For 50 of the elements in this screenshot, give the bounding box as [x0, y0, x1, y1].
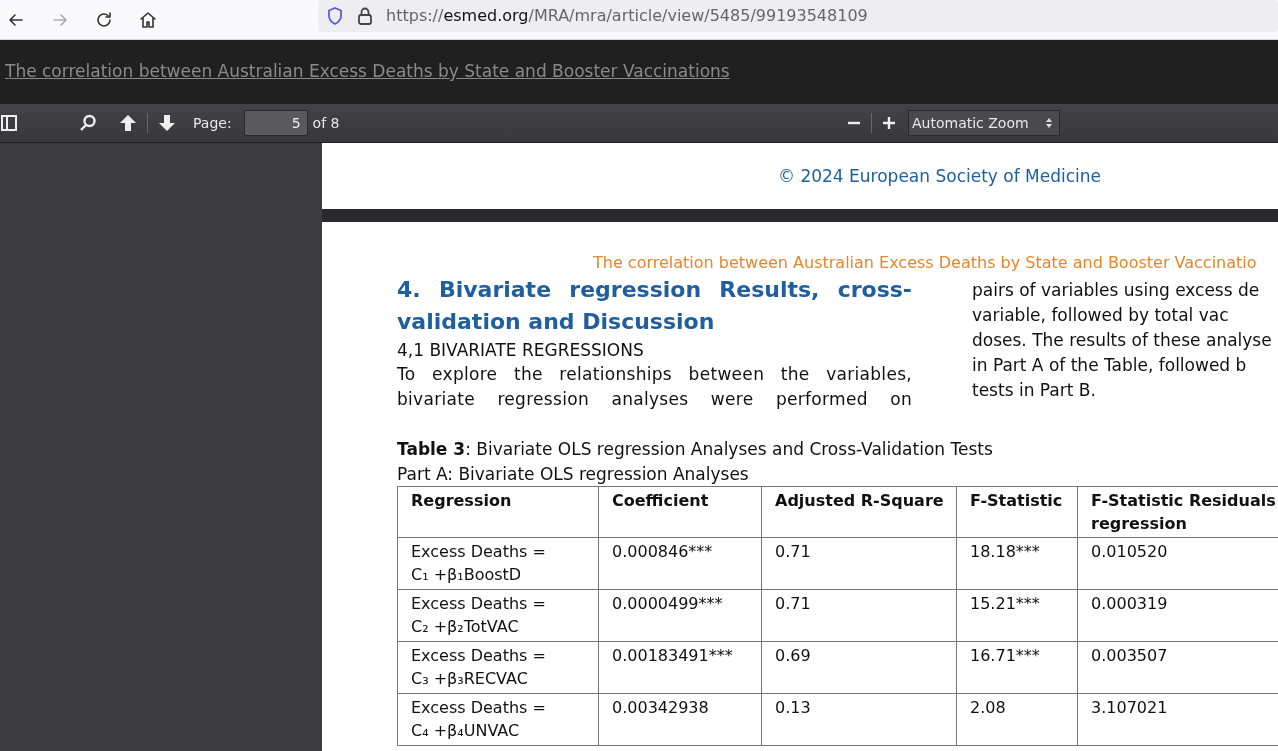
copyright-footer: © 2024 European Society of Medicine	[778, 166, 1102, 186]
running-header: The correlation between Australian Excess Deaths by State and Booster Vaccinatio	[593, 253, 1258, 272]
table-cell: 0.69	[761, 641, 957, 694]
up-arrow-icon[interactable]	[119, 114, 137, 132]
table-cell: 16.71***	[956, 641, 1078, 694]
zoom-select[interactable]: Automatic Zoom	[908, 110, 1060, 136]
search-icon[interactable]	[79, 114, 97, 132]
page-label: Page:	[193, 115, 232, 131]
table-cell: Excess Deaths = C₂ +β₂TotVAC	[397, 589, 599, 642]
updown-caret-icon	[1045, 117, 1053, 129]
section-heading: 4. Bivariate regression Results, cross-	[397, 276, 912, 304]
table-cell: Excess Deaths = C₃ +β₃RECVAC	[397, 641, 599, 694]
reload-icon[interactable]	[94, 9, 114, 30]
article-link[interactable]: The correlation between Australian Excess Deaths by State and Booster Vaccinations	[5, 61, 730, 81]
column-header: Coefficient	[598, 486, 762, 538]
body-text: To explore the relationships between the variables,	[397, 363, 912, 386]
table-subtitle: Part A: Bivariate OLS regression Analyses	[397, 463, 750, 486]
body-text: pairs of variables using excess de	[972, 279, 1261, 302]
down-arrow-icon[interactable]	[158, 114, 176, 132]
table-caption: Table 3: Bivariate OLS regression Analyses and Cross-Validation Tests	[397, 438, 994, 461]
table-cell: Excess Deaths = C₄ +β₄UNVAC	[397, 693, 599, 746]
column-header: F-Statistic	[956, 486, 1078, 538]
table-cell: Excess Deaths = C₁ +β₁BoostD	[397, 537, 599, 590]
sidebar-toggle-icon[interactable]	[1, 115, 17, 131]
table-cell: 0.71	[761, 537, 957, 590]
column-header: Regression	[397, 486, 599, 538]
body-text: tests in Part B.	[972, 379, 1097, 402]
home-icon[interactable]	[138, 9, 158, 30]
section-heading: validation and Discussion	[397, 308, 716, 336]
body-text: variable, followed by total vac	[972, 304, 1230, 327]
page-count: of 8	[312, 115, 340, 131]
table-cell: 0.00183491***	[598, 641, 762, 694]
table-cell: 15.21***	[956, 589, 1078, 642]
zoom-in-icon[interactable]	[882, 116, 896, 130]
table-cell: 0.00342938	[598, 693, 762, 746]
body-text: in Part A of the Table, followed b	[972, 354, 1248, 377]
table-cell: 0.13	[761, 693, 957, 746]
body-text: doses. The results of these analyse	[972, 329, 1272, 352]
page-number-field[interactable]: 5	[243, 110, 308, 136]
body-text: bivariate regression analyses were performed on	[397, 388, 912, 411]
table-cell: 18.18***	[956, 537, 1078, 590]
table-cell: 0.000846***	[598, 537, 762, 590]
table-cell: 0.71	[761, 589, 957, 642]
subheading: 4,1 BIVARIATE REGRESSIONS	[397, 339, 645, 362]
column-header: Adjusted R-Square	[761, 486, 957, 538]
table-cell: 2.08	[956, 693, 1078, 746]
lock-icon[interactable]	[356, 5, 375, 26]
shield-icon[interactable]	[326, 5, 345, 26]
column-header: F-Statistic Residuals regression	[1077, 486, 1278, 538]
table-cell: 0.0000499***	[598, 589, 762, 642]
